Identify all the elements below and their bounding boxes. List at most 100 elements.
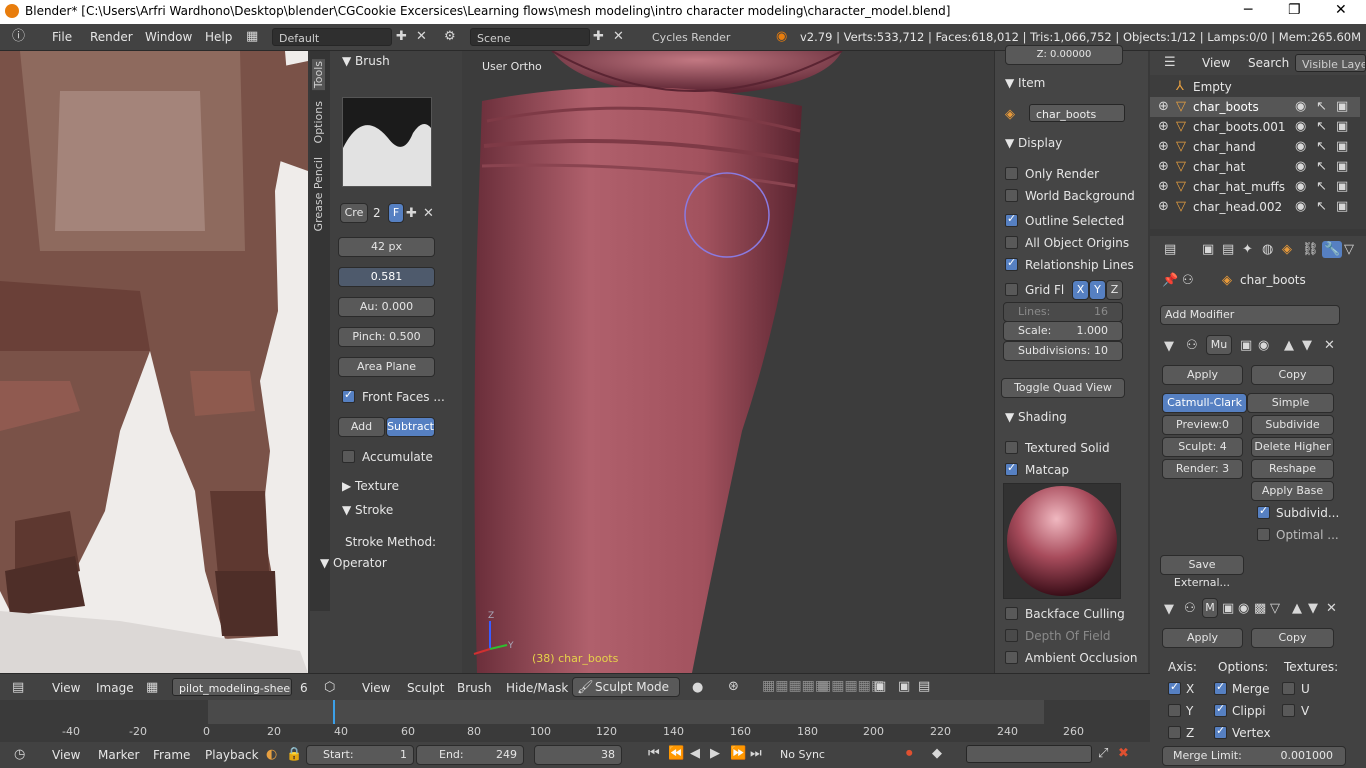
mode-select[interactable]: 🖌 Sculpt Mode xyxy=(572,677,680,697)
grid-floor-checkbox[interactable] xyxy=(1005,283,1018,296)
3d-viewport[interactable]: User Ortho Z Y (38) char_boots xyxy=(462,51,994,673)
brush-panel-header[interactable]: ▼ Brush xyxy=(342,54,390,68)
jump-end-icon[interactable]: ⏭ xyxy=(750,747,762,760)
playhead-marker[interactable] xyxy=(333,700,335,724)
pin-icon[interactable]: 📌 xyxy=(1162,274,1178,287)
restore-button[interactable]: ❐ xyxy=(1288,2,1301,18)
image-view-menu[interactable]: View xyxy=(52,681,80,695)
depth-of-field-checkbox[interactable] xyxy=(1005,629,1018,642)
front-faces-checkbox[interactable] xyxy=(342,388,355,403)
render-camera-icon[interactable]: ▣ xyxy=(1336,180,1348,193)
world-tab-icon[interactable]: ◍ xyxy=(1262,243,1273,256)
play-icon[interactable]: ▶ xyxy=(710,747,720,760)
render-camera-icon[interactable]: ▣ xyxy=(1336,100,1348,113)
select-cursor-icon[interactable]: ↖ xyxy=(1316,160,1327,173)
playback-menu[interactable]: Playback xyxy=(205,748,259,762)
insert-keyframe-icon[interactable]: ⤢ xyxy=(1098,747,1108,760)
grid-axis-y-button[interactable]: Y xyxy=(1089,280,1106,300)
mirror-u-checkbox[interactable] xyxy=(1282,682,1295,695)
operator-panel-header[interactable]: ▼ Operator xyxy=(320,556,387,570)
subdivide-button[interactable]: Subdivide xyxy=(1251,415,1334,435)
image-browse-icon[interactable]: ▦ xyxy=(146,681,158,694)
all-object-origins-checkbox[interactable] xyxy=(1005,236,1018,249)
tab-tools[interactable]: Tools xyxy=(312,59,325,91)
item-name-field[interactable]: char_boots xyxy=(1029,104,1125,122)
add-direction-button[interactable]: Add xyxy=(338,417,385,437)
visibility-eye-icon[interactable]: ◉ xyxy=(1295,100,1306,113)
pivot-point-icon[interactable]: ⊛ xyxy=(728,680,739,693)
render-camera-icon[interactable]: ▣ xyxy=(1336,140,1348,153)
outliner-row-char-hat[interactable]: ⊕ ▽ char_hat ◉ ↖ ▣ xyxy=(1150,157,1360,177)
strength-field[interactable]: 0.581 xyxy=(338,267,435,287)
apply-base-button[interactable]: Apply Base xyxy=(1251,481,1334,501)
constraints-tab-icon[interactable]: ⛓ xyxy=(1302,243,1319,256)
move-down-icon[interactable]: ▼ xyxy=(1308,602,1318,615)
minimize-button[interactable]: ─ xyxy=(1244,2,1252,18)
play-reverse-icon[interactable]: ◀ xyxy=(690,747,700,760)
merge-limit-field[interactable]: Merge Limit: 0.001000 xyxy=(1162,746,1346,766)
viewport-type-icon[interactable]: ⬡ xyxy=(324,681,335,694)
copy-modifier-button[interactable]: Copy xyxy=(1251,365,1334,385)
sculpt-menu[interactable]: Sculpt xyxy=(407,681,444,695)
apply-modifier-button[interactable]: Apply xyxy=(1162,365,1243,385)
expand-icon[interactable]: ⊕ xyxy=(1158,100,1169,113)
cage-toggle-icon[interactable]: ▽ xyxy=(1270,602,1280,615)
image-editor[interactable] xyxy=(0,51,308,673)
menu-help[interactable]: Help xyxy=(205,30,232,44)
end-frame-field[interactable]: End: 249 xyxy=(416,745,524,765)
select-cursor-icon[interactable]: ↖ xyxy=(1316,140,1327,153)
start-frame-field[interactable]: Start: 1 xyxy=(306,745,414,765)
axis-y-checkbox[interactable] xyxy=(1168,704,1181,717)
outliner-view-menu[interactable]: View xyxy=(1202,56,1230,70)
outliner-search-menu[interactable]: Search xyxy=(1248,56,1289,70)
select-cursor-icon[interactable]: ↖ xyxy=(1316,180,1327,193)
object-tab-icon[interactable]: ◈ xyxy=(1282,243,1292,256)
only-render-checkbox[interactable] xyxy=(1005,167,1018,180)
matcap-checkbox[interactable] xyxy=(1005,461,1018,476)
keying-set-field[interactable] xyxy=(966,745,1092,763)
data-tab-icon[interactable]: ▽ xyxy=(1344,243,1354,256)
lock-camera-icon[interactable]: ▣ xyxy=(874,680,886,693)
autosmooth-field[interactable]: Au: 0.000 xyxy=(338,297,435,317)
expand-icon[interactable]: ⊕ xyxy=(1158,180,1169,193)
clipping-checkbox[interactable] xyxy=(1214,702,1227,717)
outliner-filter-select[interactable]: Visible Layer xyxy=(1295,54,1366,72)
outliner-row-char-boots[interactable]: ⊕ ▽ char_boots ◉ ↖ ▣ xyxy=(1150,97,1360,117)
subtract-direction-button[interactable]: Subtract xyxy=(386,417,435,437)
render-still-icon[interactable]: ▣ xyxy=(898,680,910,693)
screen-layout-icon[interactable]: ▦ xyxy=(246,30,258,43)
image-editor-type-icon[interactable]: ▤ xyxy=(12,681,24,694)
collapse-icon[interactable]: ▼ xyxy=(1164,340,1174,353)
screen-layout-field[interactable]: Default xyxy=(272,28,392,46)
info-icon[interactable]: ⓘ xyxy=(12,30,25,43)
render-toggle-icon[interactable]: ▣ xyxy=(1240,339,1252,352)
move-up-icon[interactable]: ▲ xyxy=(1284,339,1294,352)
visibility-eye-icon[interactable]: ◉ xyxy=(1295,200,1306,213)
add-modifier-button[interactable]: Add Modifier xyxy=(1160,305,1340,325)
expand-icon[interactable]: ⊕ xyxy=(1158,160,1169,173)
render-camera-icon[interactable]: ▣ xyxy=(1336,200,1348,213)
move-down-icon[interactable]: ▼ xyxy=(1302,339,1312,352)
textured-solid-checkbox[interactable] xyxy=(1005,441,1018,454)
simple-button[interactable]: Simple xyxy=(1247,393,1334,413)
brush-preview[interactable] xyxy=(342,97,432,187)
grid-subdivisions-field[interactable]: Subdivisions: 10 xyxy=(1003,341,1123,361)
fake-user-button[interactable]: F xyxy=(388,203,404,223)
keying-set-icon[interactable]: ◆ xyxy=(932,747,942,760)
menu-file[interactable]: File xyxy=(52,30,72,44)
add-scene-icon[interactable]: ✚ xyxy=(593,30,604,43)
select-cursor-icon[interactable]: ↖ xyxy=(1316,120,1327,133)
outliner-row-empty[interactable]: ⅄ Empty xyxy=(1150,77,1360,97)
outliner-editor-icon[interactable]: ☰ xyxy=(1164,56,1176,69)
viewport-view-menu[interactable]: View xyxy=(362,681,390,695)
close-button[interactable]: ✕ xyxy=(1335,2,1347,18)
subdivide-uvs-checkbox[interactable] xyxy=(1257,504,1270,519)
accumulate-checkbox[interactable] xyxy=(342,450,355,463)
optimal-display-checkbox[interactable] xyxy=(1257,528,1270,541)
render-levels-field[interactable]: Render: 3 xyxy=(1162,459,1243,479)
brush-menu[interactable]: Brush xyxy=(457,681,492,695)
mirror-v-checkbox[interactable] xyxy=(1282,704,1295,717)
select-cursor-icon[interactable]: ↖ xyxy=(1316,200,1327,213)
hide-mask-menu[interactable]: Hide/Mask xyxy=(506,681,568,695)
viewport-toggle-icon[interactable]: ◉ xyxy=(1238,602,1249,615)
